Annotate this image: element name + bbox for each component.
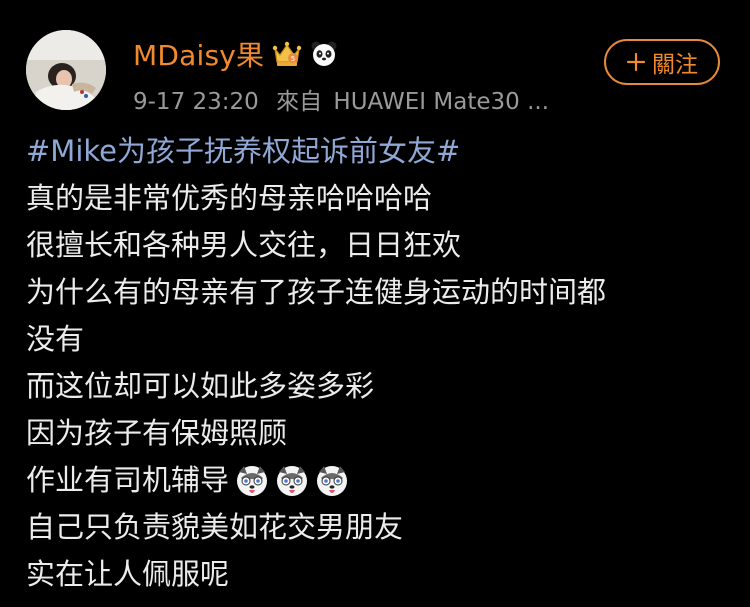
post-time: 9-17 23:20 [133, 89, 259, 115]
text-line: 作业有司机辅导 [26, 457, 726, 504]
follow-button[interactable]: 關注 [604, 39, 720, 85]
avatar[interactable] [26, 30, 106, 110]
follow-label: 關注 [652, 52, 698, 78]
text-line: 没有 [26, 316, 726, 363]
text-line-6: 因为孩子有保姆照顾 [26, 416, 288, 450]
husky-dog-emoji-icon [315, 464, 349, 498]
weibo-post: MDaisy果 5 9-17 23:20 來自 HUAWEI Mate30 ..… [0, 0, 750, 607]
hashtag-line: #Mike为孩子抚养权起诉前女友# [26, 128, 726, 175]
avatar-photo-icon [26, 30, 106, 110]
panda-icon[interactable] [310, 40, 338, 68]
post-content: #Mike为孩子抚养权起诉前女友# 真的是非常优秀的母亲哈哈哈哈 很擅长和各种男… [26, 128, 726, 598]
svg-text:5: 5 [291, 55, 295, 63]
text-line-7: 作业有司机辅导 [26, 463, 230, 497]
text-line-9: 实在让人佩服呢 [26, 557, 230, 591]
text-line: 因为孩子有保姆照顾 [26, 410, 726, 457]
text-line-1: 真的是非常优秀的母亲哈哈哈哈 [26, 181, 433, 215]
text-line-3: 为什么有的母亲有了孩子连健身运动的时间都 [26, 275, 607, 309]
text-line-8: 自己只负责貌美如花交男朋友 [26, 510, 404, 544]
post-meta: 9-17 23:20 來自 HUAWEI Mate30 ... [133, 82, 559, 116]
text-line-4: 没有 [26, 322, 85, 356]
text-line: 为什么有的母亲有了孩子连健身运动的时间都 [26, 269, 726, 316]
crown-badge-icon[interactable]: 5 [272, 40, 302, 68]
username[interactable]: MDaisy果 [133, 34, 264, 74]
post-source[interactable]: HUAWEI Mate30 ... [333, 89, 549, 115]
text-line: 自己只负责貌美如花交男朋友 [26, 504, 726, 551]
text-line: 而这位却可以如此多姿多彩 [26, 363, 726, 410]
plus-icon [626, 52, 646, 72]
text-line: 真的是非常优秀的母亲哈哈哈哈 [26, 175, 726, 222]
husky-dog-emoji-icon [235, 464, 269, 498]
text-line: 实在让人佩服呢 [26, 551, 726, 598]
text-line: 很擅长和各种男人交往，日日狂欢 [26, 222, 726, 269]
source-prefix: 來自 [276, 89, 323, 115]
husky-dog-emoji-icon [275, 464, 309, 498]
user-header: MDaisy果 5 [133, 34, 338, 74]
text-line-2: 很擅长和各种男人交往，日日狂欢 [26, 228, 462, 262]
hashtag-link[interactable]: #Mike为孩子抚养权起诉前女友# [26, 128, 460, 175]
text-line-5: 而这位却可以如此多姿多彩 [26, 369, 375, 403]
